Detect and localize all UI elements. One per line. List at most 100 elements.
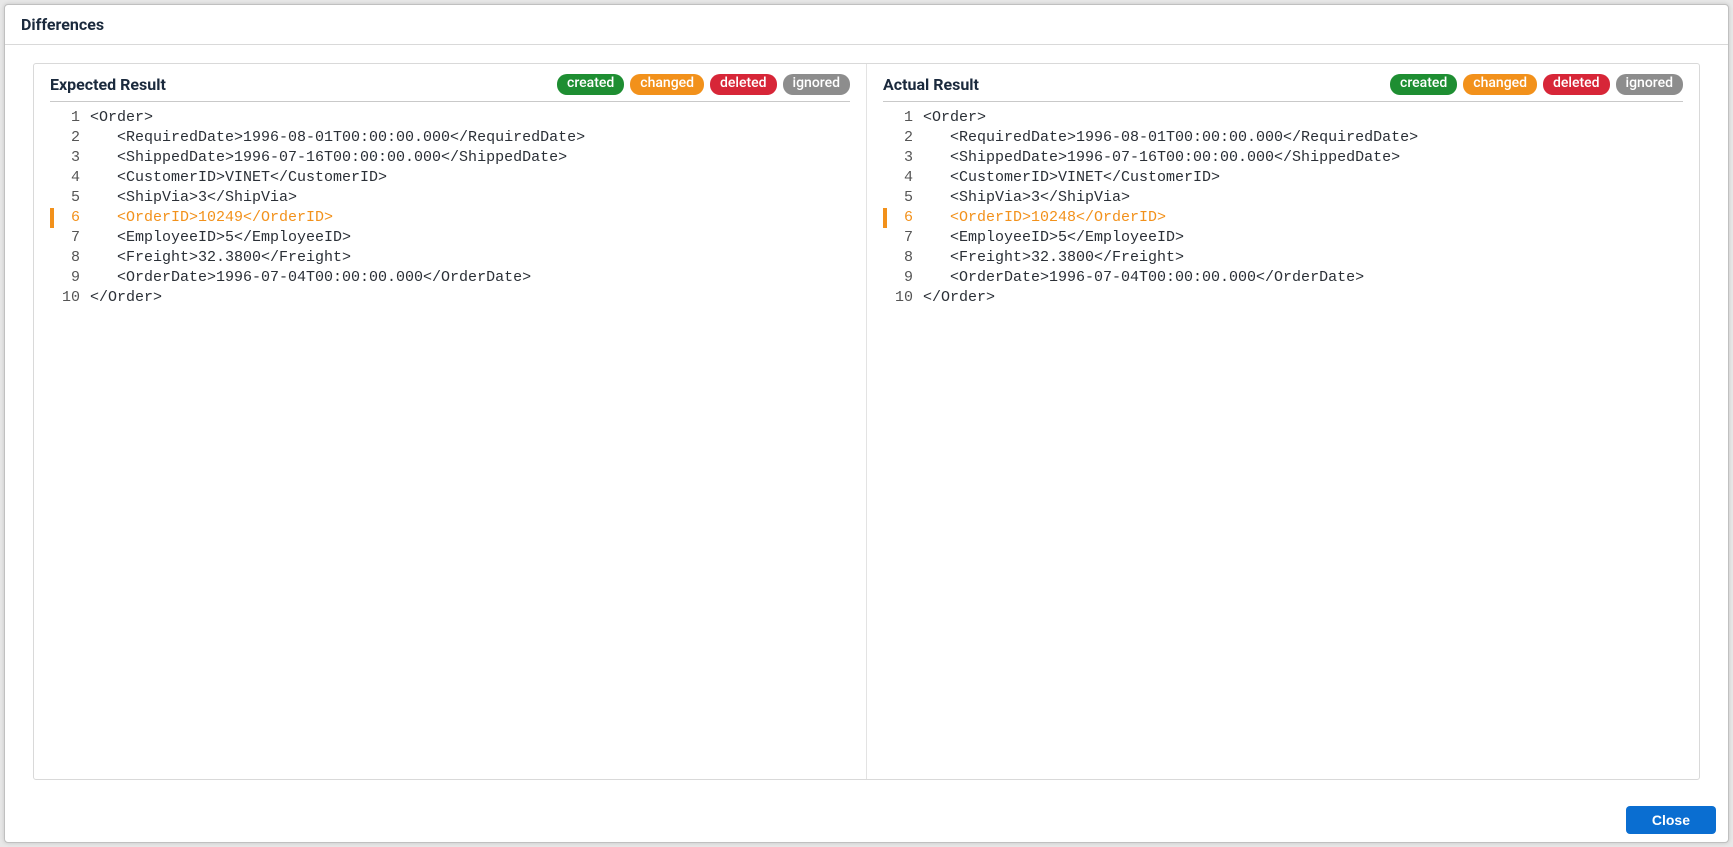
actual-line[interactable]: 1 <Order>: [883, 108, 1683, 128]
line-number: 4: [58, 168, 80, 188]
diff-marker: [883, 188, 887, 208]
line-number: 8: [58, 248, 80, 268]
line-number: 7: [891, 228, 913, 248]
actual-title: Actual Result: [883, 75, 979, 94]
diff-marker: [883, 248, 887, 268]
line-code: <OrderDate>1996-07-04T00:00:00.000</Orde…: [90, 268, 531, 288]
diff-marker: [50, 288, 54, 308]
panels-wrapper: Expected Result created changed deleted …: [33, 63, 1700, 780]
diff-marker: [883, 148, 887, 168]
diff-marker: [50, 228, 54, 248]
actual-legend-ignored[interactable]: ignored: [1616, 74, 1683, 95]
line-number: 3: [58, 148, 80, 168]
line-number: 1: [891, 108, 913, 128]
diff-marker: [50, 208, 54, 228]
diff-marker: [50, 168, 54, 188]
line-number: 2: [58, 128, 80, 148]
dialog-body: Expected Result created changed deleted …: [5, 45, 1728, 798]
diff-marker: [883, 128, 887, 148]
line-code: <OrderDate>1996-07-04T00:00:00.000</Orde…: [923, 268, 1364, 288]
line-code: <ShipVia>3</ShipVia>: [923, 188, 1130, 208]
dialog-title: Differences: [5, 5, 1728, 45]
line-code: </Order>: [90, 288, 162, 308]
line-code: <OrderID>10248</OrderID>: [923, 208, 1166, 228]
actual-code[interactable]: 1<Order>2 <RequiredDate>1996-08-01T00:00…: [883, 108, 1683, 772]
line-code: <ShippedDate>1996-07-16T00:00:00.000</Sh…: [90, 148, 567, 168]
actual-line[interactable]: 9 <OrderDate>1996-07-04T00:00:00.000</Or…: [883, 268, 1683, 288]
line-number: 6: [58, 208, 80, 228]
line-number: 3: [891, 148, 913, 168]
line-code: <RequiredDate>1996-08-01T00:00:00.000</R…: [923, 128, 1418, 148]
expected-code[interactable]: 1<Order>2 <RequiredDate>1996-08-01T00:00…: [50, 108, 850, 772]
line-code: <RequiredDate>1996-08-01T00:00:00.000</R…: [90, 128, 585, 148]
line-number: 8: [891, 248, 913, 268]
line-number: 1: [58, 108, 80, 128]
line-code: <Order>: [923, 108, 986, 128]
line-number: 4: [891, 168, 913, 188]
line-code: <ShippedDate>1996-07-16T00:00:00.000</Sh…: [923, 148, 1400, 168]
line-code: <Freight>32.3800</Freight>: [923, 248, 1184, 268]
expected-header: Expected Result created changed deleted …: [50, 74, 850, 102]
actual-line[interactable]: 4 <CustomerID>VINET</CustomerID>: [883, 168, 1683, 188]
expected-legend-ignored[interactable]: ignored: [783, 74, 850, 95]
dialog-footer: Close: [5, 798, 1728, 842]
diff-marker: [50, 108, 54, 128]
diff-marker: [50, 248, 54, 268]
line-number: 6: [891, 208, 913, 228]
actual-legend-created[interactable]: created: [1390, 74, 1457, 95]
expected-line[interactable]: 8 <Freight>32.3800</Freight>: [50, 248, 850, 268]
diff-marker: [883, 168, 887, 188]
line-code: <CustomerID>VINET</CustomerID>: [90, 168, 387, 188]
expected-line[interactable]: 10 </Order>: [50, 288, 850, 308]
line-number: 10: [891, 288, 913, 308]
expected-line[interactable]: 5 <ShipVia>3</ShipVia>: [50, 188, 850, 208]
line-code: <Freight>32.3800</Freight>: [90, 248, 351, 268]
actual-line[interactable]: 3 <ShippedDate>1996-07-16T00:00:00.000</…: [883, 148, 1683, 168]
close-button[interactable]: Close: [1626, 806, 1716, 834]
diff-marker: [883, 268, 887, 288]
diff-marker: [50, 148, 54, 168]
line-code: <CustomerID>VINET</CustomerID>: [923, 168, 1220, 188]
expected-line[interactable]: 9 <OrderDate>1996-07-04T00:00:00.000</Or…: [50, 268, 850, 288]
expected-line[interactable]: 7 <EmployeeID>5</EmployeeID>: [50, 228, 850, 248]
line-number: 2: [891, 128, 913, 148]
actual-legend-changed[interactable]: changed: [1463, 74, 1537, 95]
line-number: 9: [891, 268, 913, 288]
line-code: <EmployeeID>5</EmployeeID>: [90, 228, 351, 248]
expected-title: Expected Result: [50, 75, 166, 94]
expected-line[interactable]: 6 <OrderID>10249</OrderID>: [50, 208, 850, 228]
actual-header: Actual Result created changed deleted ig…: [883, 74, 1683, 102]
actual-line[interactable]: 5 <ShipVia>3</ShipVia>: [883, 188, 1683, 208]
line-number: 9: [58, 268, 80, 288]
expected-line[interactable]: 1 <Order>: [50, 108, 850, 128]
line-code: <Order>: [90, 108, 153, 128]
diff-marker: [883, 288, 887, 308]
actual-legend-deleted[interactable]: deleted: [1543, 74, 1610, 95]
actual-line[interactable]: 10 </Order>: [883, 288, 1683, 308]
diff-marker: [50, 128, 54, 148]
diff-marker: [50, 268, 54, 288]
actual-panel: Actual Result created changed deleted ig…: [866, 64, 1699, 779]
line-code: <ShipVia>3</ShipVia>: [90, 188, 297, 208]
line-code: <EmployeeID>5</EmployeeID>: [923, 228, 1184, 248]
actual-line[interactable]: 6 <OrderID>10248</OrderID>: [883, 208, 1683, 228]
line-code: <OrderID>10249</OrderID>: [90, 208, 333, 228]
expected-line[interactable]: 2 <RequiredDate>1996-08-01T00:00:00.000<…: [50, 128, 850, 148]
actual-line[interactable]: 7 <EmployeeID>5</EmployeeID>: [883, 228, 1683, 248]
diff-marker: [883, 228, 887, 248]
line-code: </Order>: [923, 288, 995, 308]
expected-legend-changed[interactable]: changed: [630, 74, 704, 95]
expected-line[interactable]: 4 <CustomerID>VINET</CustomerID>: [50, 168, 850, 188]
line-number: 5: [891, 188, 913, 208]
diff-marker: [883, 108, 887, 128]
diff-marker: [883, 208, 887, 228]
actual-line[interactable]: 2 <RequiredDate>1996-08-01T00:00:00.000<…: [883, 128, 1683, 148]
line-number: 5: [58, 188, 80, 208]
expected-line[interactable]: 3 <ShippedDate>1996-07-16T00:00:00.000</…: [50, 148, 850, 168]
expected-legend-deleted[interactable]: deleted: [710, 74, 777, 95]
line-number: 10: [58, 288, 80, 308]
line-number: 7: [58, 228, 80, 248]
diff-marker: [50, 188, 54, 208]
actual-line[interactable]: 8 <Freight>32.3800</Freight>: [883, 248, 1683, 268]
expected-legend-created[interactable]: created: [557, 74, 624, 95]
